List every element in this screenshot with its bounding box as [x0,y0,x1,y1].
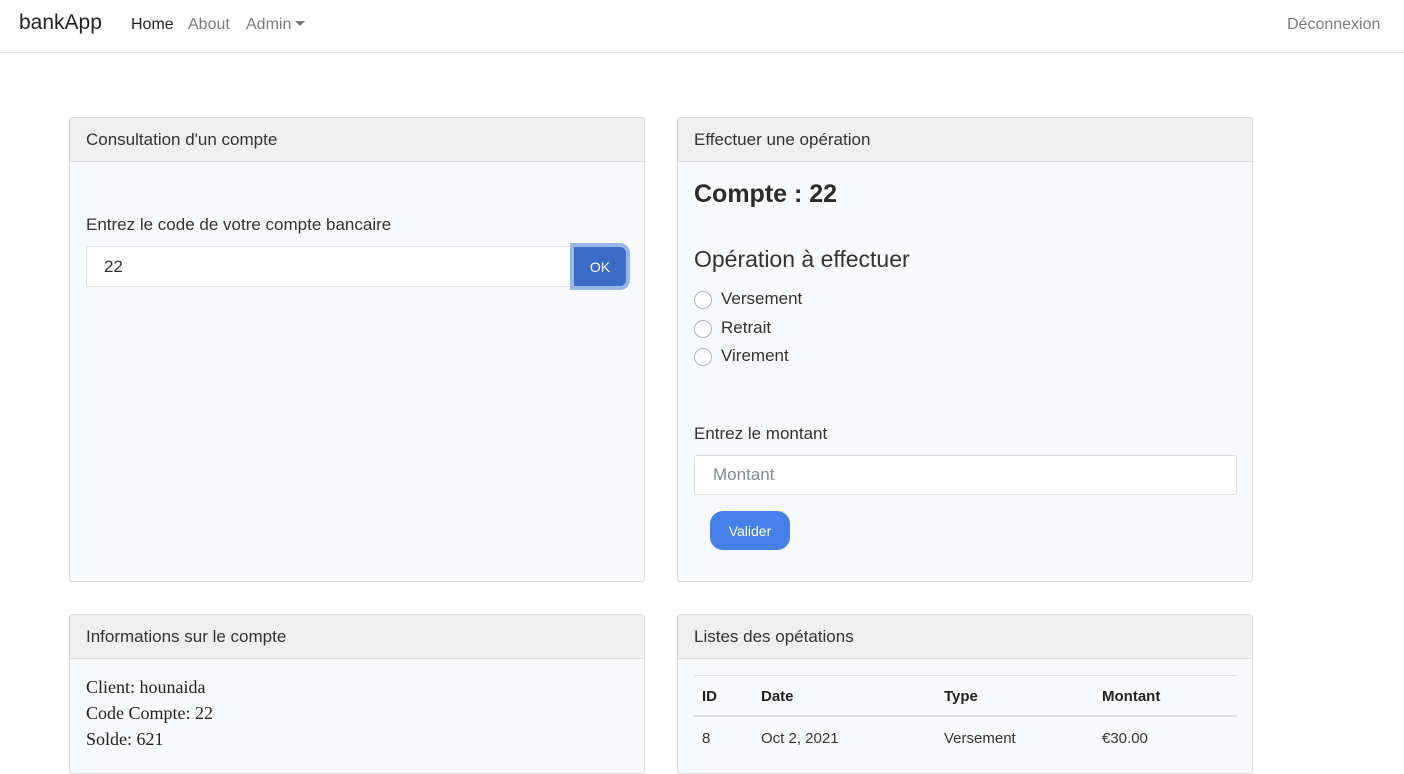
nav-admin-label: Admin [246,16,292,33]
column-header-amount: Montant [1102,688,1161,705]
account-code-input[interactable] [86,246,572,287]
submit-button[interactable]: Valider [710,511,790,550]
radio-circle-icon[interactable] [694,348,712,366]
nav-home[interactable]: Home [131,16,174,34]
radio-label-retrait: Retrait [721,318,772,337]
operation-card: Effectuer une opération Compte : 22 Opér… [677,117,1253,582]
amount-input[interactable] [694,455,1237,495]
nav-admin-dropdown[interactable]: Admin [246,16,306,34]
account-code-label: Entrez le code de votre compte bancaire [86,215,392,234]
radio-label-virement: Virement [721,346,789,365]
column-header-id: ID [702,688,717,705]
account-heading: Compte : 22 [694,180,838,208]
nav-logout[interactable]: Déconnexion [1287,16,1380,34]
ok-button[interactable]: OK [570,243,630,290]
radio-label-versement: Versement [721,289,803,308]
navbar: bankApp Home About Admin Déconnexion [0,0,1404,53]
info-balance: Solde: 621 [86,729,164,749]
cell-amount: €30.00 [1102,730,1148,747]
info-account-code: Code Compte: 22 [86,703,213,723]
operations-list-card: Listes des opétations ID Date Type Monta… [677,614,1253,774]
column-header-date: Date [761,688,794,705]
account-info-card: Informations sur le compte Client: houna… [69,614,645,774]
info-client: Client: hounaida [86,677,206,697]
account-info-title: Informations sur le compte [70,615,644,659]
consultation-card: Consultation d'un compte Entrez le code … [69,117,645,582]
consultation-card-title: Consultation d'un compte [70,118,644,162]
amount-label: Entrez le montant [694,424,828,443]
operations-list-title: Listes des opétations [678,615,1252,659]
table-row: 8 Oct 2, 2021 Versement €30.00 [694,717,1237,757]
nav-about[interactable]: About [188,16,230,34]
table-header: ID Date Type Montant [694,675,1237,717]
cell-type: Versement [944,730,1016,747]
cell-id: 8 [702,730,711,747]
caret-down-icon [295,21,306,26]
radio-circle-icon[interactable] [694,291,712,309]
radio-circle-icon[interactable] [694,320,712,338]
operation-card-title: Effectuer une opération [678,118,1252,162]
brand-link[interactable]: bankApp [19,11,102,35]
operation-type-title: Opération à effectuer [694,246,910,272]
column-header-type: Type [944,688,978,705]
cell-date: Oct 2, 2021 [761,730,839,747]
